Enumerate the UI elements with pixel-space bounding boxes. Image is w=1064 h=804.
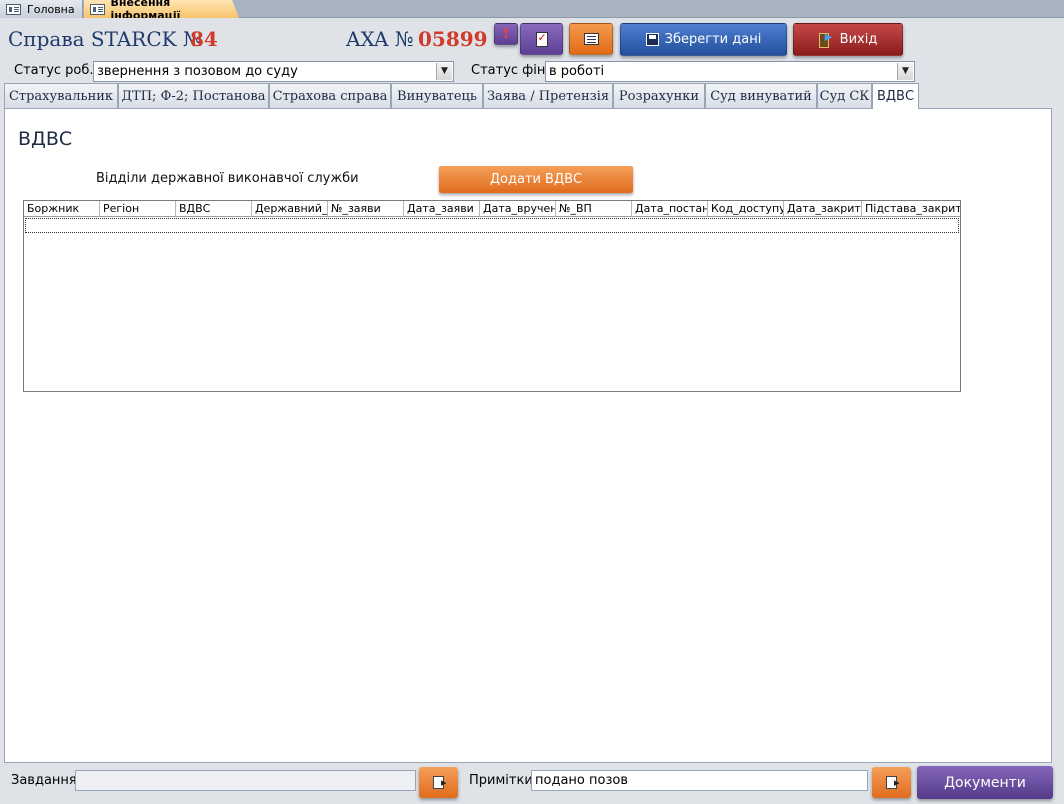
tab-calculations[interactable]: Розрахунки [613, 83, 705, 108]
case-label: Справа STARCK № [8, 27, 202, 51]
doc-tab-home[interactable]: Головна [0, 0, 83, 18]
new-record-row[interactable] [25, 218, 959, 233]
status-fin-value: в роботі [549, 64, 605, 79]
tab-culprit[interactable]: Винуватець [391, 83, 483, 108]
status-work-value: звернення з позовом до суду [97, 64, 298, 79]
column-header[interactable]: №_ВП [556, 201, 632, 217]
form-icon [6, 3, 21, 15]
status-work-combo[interactable]: звернення з позовом до суду ▼ [93, 61, 454, 82]
tab-court-sk[interactable]: Суд СК [817, 83, 872, 108]
column-header[interactable]: ВДВС [176, 201, 252, 217]
exit-door-icon [818, 32, 834, 48]
save-button-label: Зберегти дані [664, 32, 762, 47]
save-disk-icon [645, 33, 659, 46]
tab-claim[interactable]: Заява / Претензія [483, 83, 613, 108]
doc-tab-data-entry[interactable]: Внесення інформації [84, 0, 239, 18]
status-fin-label: Статус фін. [471, 63, 550, 78]
checklist-button[interactable] [520, 23, 563, 55]
documents-button[interactable]: Документи [917, 766, 1053, 799]
note-edit-icon [886, 776, 900, 789]
tasks-label: Завдання [11, 773, 77, 788]
axa-number: 05899 [418, 27, 488, 51]
document-tab-bar: Головна Внесення інформації [0, 0, 1064, 18]
form-footer: Завдання Примітки подано позов Документи [0, 763, 1064, 804]
notes-edit-button[interactable] [872, 767, 911, 798]
axa-label: AXA № [346, 27, 414, 51]
status-work-label: Статус роб. [14, 63, 94, 78]
list-view-button[interactable] [569, 23, 613, 55]
column-header[interactable]: Код_доступу [708, 201, 784, 217]
add-vdvs-button[interactable]: Додати ВДВС [439, 166, 633, 193]
tab-accident[interactable]: ДТП; Ф-2; Постанова [118, 83, 269, 108]
note-edit-icon [433, 776, 447, 789]
page-title: ВДВС [18, 128, 73, 150]
tasks-edit-button[interactable] [419, 767, 458, 798]
list-icon [583, 33, 599, 45]
chevron-down-icon[interactable]: ▼ [436, 63, 452, 80]
notes-field[interactable]: подано позов [531, 770, 868, 791]
column-header[interactable]: №_заяви [328, 201, 404, 217]
column-header[interactable]: Дата_заяви [404, 201, 480, 217]
datasheet-header: Боржник Регіон ВДВС Державний_ №_заяви Д… [24, 201, 960, 217]
form-icon [90, 3, 105, 15]
column-header[interactable]: Боржник [24, 201, 100, 217]
notes-label: Примітки [469, 773, 533, 788]
form-header: Справа STARCK № 84 AXA № 05899 ! Зберегт… [0, 19, 1064, 83]
exclamation-icon: ! [502, 26, 510, 42]
column-header[interactable]: Підстава_закрит [862, 201, 960, 217]
column-header[interactable]: Дата_закрит [784, 201, 862, 217]
vdvs-datasheet[interactable]: Боржник Регіон ВДВС Державний_ №_заяви Д… [23, 200, 961, 392]
chevron-down-icon[interactable]: ▼ [897, 63, 913, 80]
status-fin-combo[interactable]: в роботі ▼ [545, 61, 915, 82]
tab-insured[interactable]: Страхувальник [4, 83, 118, 108]
vdvs-panel: ВДВС Відділи державної виконавчої служби… [4, 108, 1052, 763]
clipboard-check-icon [535, 31, 548, 47]
exit-button[interactable]: Вихід [793, 23, 903, 56]
column-header[interactable]: Дата_постан [632, 201, 708, 217]
column-header[interactable]: Державний_ [252, 201, 328, 217]
alert-button[interactable]: ! [494, 23, 518, 45]
exit-button-label: Вихід [839, 32, 878, 47]
save-button[interactable]: Зберегти дані [620, 23, 787, 56]
section-subtitle: Відділи державної виконавчої служби [96, 171, 359, 186]
tab-court-culprit[interactable]: Суд винуватий [705, 83, 817, 108]
column-header[interactable]: Регіон [100, 201, 176, 217]
case-number: 84 [190, 27, 218, 51]
tasks-field[interactable] [75, 770, 416, 791]
tab-vdvs[interactable]: ВДВС [872, 83, 919, 109]
column-header[interactable]: Дата_вручен [480, 201, 556, 217]
tab-insurance-case[interactable]: Страхова справа [269, 83, 391, 108]
doc-tab-home-label: Головна [27, 2, 75, 16]
